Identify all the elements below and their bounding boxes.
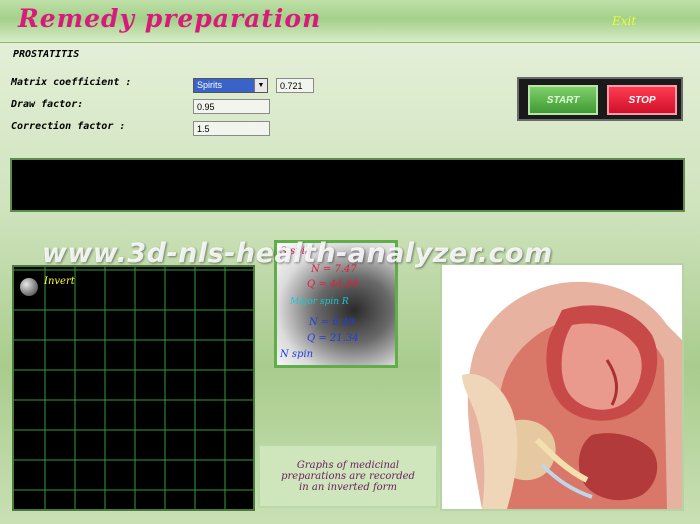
- status-display-bar: [10, 158, 685, 212]
- page-title: Remedy preparation: [18, 4, 322, 33]
- invert-toggle-knob[interactable]: [20, 278, 38, 296]
- anatomy-image-panel: [440, 263, 684, 511]
- matrix-select-value: Spirits: [197, 80, 223, 90]
- s-spin-q-value: Q = 44.88: [307, 279, 359, 290]
- n-spin-label: N spin: [280, 349, 314, 360]
- caption-line-1: Graphs of medicinal: [296, 460, 400, 471]
- matrix-coefficient-value: 0.721: [276, 78, 314, 93]
- caption-line-3: in an inverted form: [299, 482, 397, 493]
- major-spin-q-value: Q = 21.34: [307, 333, 359, 344]
- watermark: www.3d-nls-health-analyzer.com: [42, 238, 553, 269]
- invert-label: Invert: [44, 276, 75, 287]
- diagnosis-title: PROSTATITIS: [13, 49, 80, 60]
- stop-button[interactable]: STOP: [607, 85, 677, 115]
- correction-factor-label: Correction factor :: [11, 121, 126, 132]
- caption-line-2: preparations are recorded: [281, 471, 415, 482]
- start-button[interactable]: START: [528, 85, 598, 115]
- matrix-coefficient-select[interactable]: Spirits ▼: [193, 78, 268, 93]
- correction-factor-field[interactable]: 1.5: [193, 121, 270, 136]
- major-spin-n-value: N = 6.49: [309, 317, 355, 328]
- exit-button[interactable]: Exit: [612, 14, 636, 28]
- matrix-coefficient-label: Matrix coefficient :: [11, 77, 132, 88]
- draw-factor-field[interactable]: 0.95: [193, 99, 270, 114]
- graph-grid: [14, 267, 253, 509]
- graph-panel: Invert: [12, 265, 255, 511]
- control-buttons-panel: START STOP: [517, 77, 683, 121]
- draw-factor-label: Draw factor:: [11, 99, 84, 110]
- anatomy-illustration: [442, 265, 682, 509]
- chevron-down-icon[interactable]: ▼: [254, 79, 267, 92]
- graph-caption: Graphs of medicinal preparations are rec…: [258, 444, 438, 508]
- major-spin-label: Major spin R: [290, 297, 349, 307]
